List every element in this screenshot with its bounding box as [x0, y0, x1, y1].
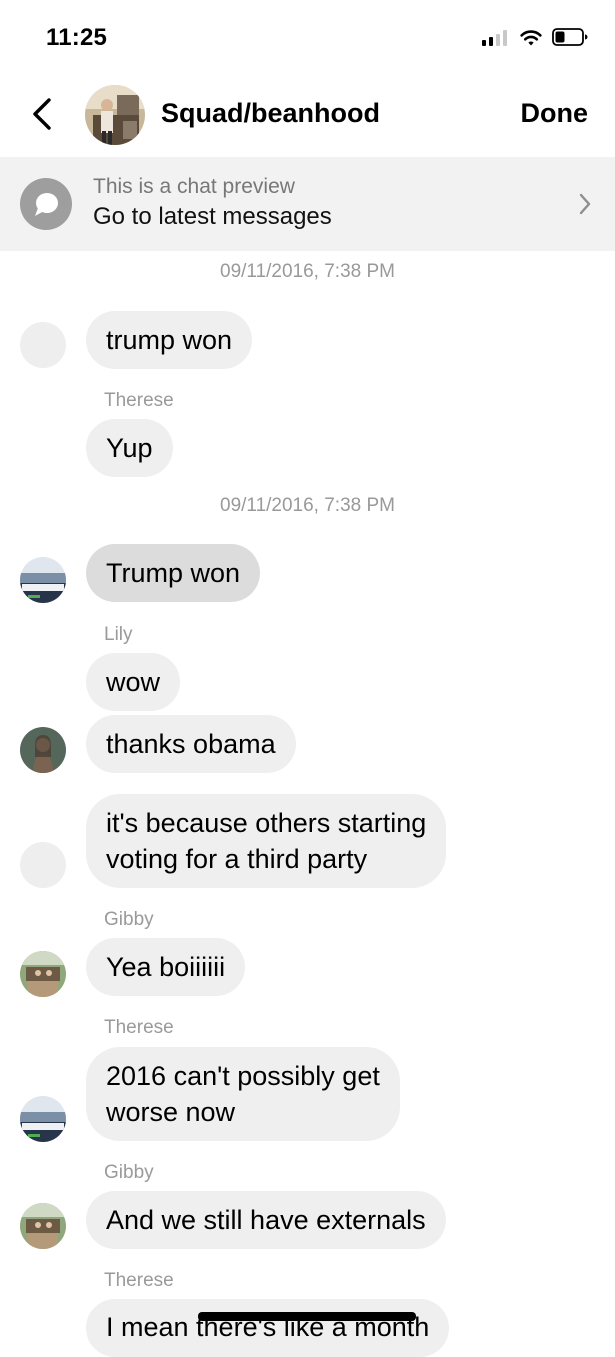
done-button[interactable]: Done [521, 98, 589, 129]
chevron-right-icon [579, 193, 591, 215]
sender-name: Gibby [104, 909, 154, 930]
sender-name: Therese [104, 1270, 174, 1291]
message-bubble[interactable]: Yea boiiiiii [86, 938, 246, 996]
status-time: 11:25 [46, 24, 108, 51]
redaction-bar [198, 1312, 416, 1321]
message-text: thanks obama [106, 729, 276, 759]
cellular-signal-icon [482, 30, 510, 46]
message-text: Yup [106, 433, 153, 463]
sender-name: Therese [104, 1017, 174, 1038]
chat-preview-banner[interactable]: This is a chat preview Go to latest mess… [0, 157, 615, 251]
message-text-line: worse now [106, 1097, 236, 1127]
message-text-line: voting for a third party [106, 844, 368, 874]
message-text: Trump won [106, 558, 241, 588]
timestamp: 09/11/2016, 7:38 PM [220, 495, 395, 516]
avatar[interactable] [20, 1203, 66, 1249]
battery-icon [552, 28, 588, 46]
preview-notice: This is a chat preview [93, 175, 295, 198]
back-chevron-icon[interactable] [28, 94, 56, 134]
message-text: Yea boiiiiii [106, 952, 226, 982]
chat-title[interactable]: Squad/beanhood [161, 98, 380, 129]
message-bubble[interactable]: I mean there's like a month [86, 1299, 450, 1357]
status-bar: 11:25 [0, 0, 615, 76]
avatar[interactable] [20, 951, 66, 997]
message-bubble[interactable]: 2016 can't possibly get worse now [86, 1047, 400, 1141]
chat-header: Squad/beanhood Done [0, 76, 615, 156]
timestamp: 09/11/2016, 7:38 PM [220, 261, 395, 282]
avatar [20, 322, 66, 368]
message-text-line: 2016 can't possibly get [106, 1061, 380, 1091]
sender-name: Gibby [104, 1162, 154, 1183]
message-text: And we still have externals [106, 1205, 426, 1235]
message-bubble[interactable]: Trump won [86, 544, 261, 602]
avatar[interactable] [20, 727, 66, 773]
go-to-latest-link[interactable]: Go to latest messages [93, 203, 332, 231]
message-bubble[interactable]: And we still have externals [86, 1191, 446, 1249]
avatar[interactable] [20, 1096, 66, 1142]
avatar[interactable] [20, 557, 66, 603]
message-bubble[interactable]: Yup [86, 419, 173, 477]
message-bubble[interactable]: it's because others starting voting for … [86, 794, 447, 888]
group-avatar[interactable] [85, 85, 145, 145]
message-bubble[interactable]: trump won [86, 311, 253, 369]
message-text-line: it's because others starting [106, 808, 427, 838]
message-bubble[interactable]: thanks obama [86, 715, 296, 773]
message-text: trump won [106, 325, 233, 355]
message-bubble[interactable]: wow [86, 653, 181, 711]
sender-name: Therese [104, 390, 174, 411]
chat-bubble-icon [20, 178, 72, 230]
avatar [20, 842, 66, 888]
sender-name: Lily [104, 624, 133, 645]
wifi-icon [520, 30, 542, 46]
message-text: wow [106, 667, 161, 697]
